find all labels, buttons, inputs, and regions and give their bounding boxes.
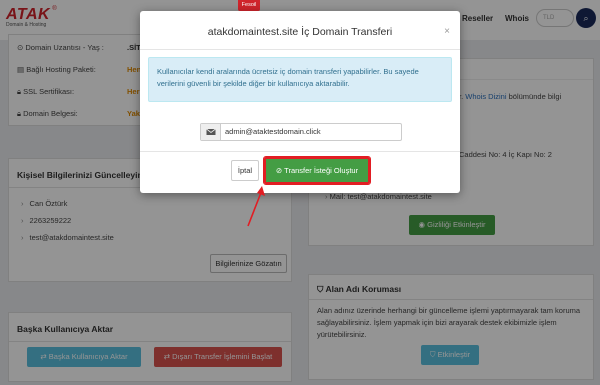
close-icon[interactable]: × [444, 26, 450, 37]
red-pointer-arrow-icon [247, 186, 265, 227]
modal-title: atakdomaintest.site İç Domain Transferi [207, 26, 393, 38]
domain-transfer-modal: atakdomaintest.site İç Domain Transferi … [140, 11, 460, 193]
button-label: Transfer İsteği Oluştur [284, 166, 359, 175]
divider [140, 49, 460, 50]
info-alert: Kullanıcılar kendi aralarında ücretsiz i… [148, 57, 452, 102]
email-input[interactable] [225, 127, 395, 136]
promo-tag: Fesoil [238, 0, 260, 11]
email-field[interactable] [200, 123, 402, 141]
cancel-button[interactable]: İptal [231, 160, 259, 181]
divider [140, 151, 460, 152]
check-circle-icon: ⊘ [275, 166, 283, 175]
envelope-icon [201, 124, 221, 140]
